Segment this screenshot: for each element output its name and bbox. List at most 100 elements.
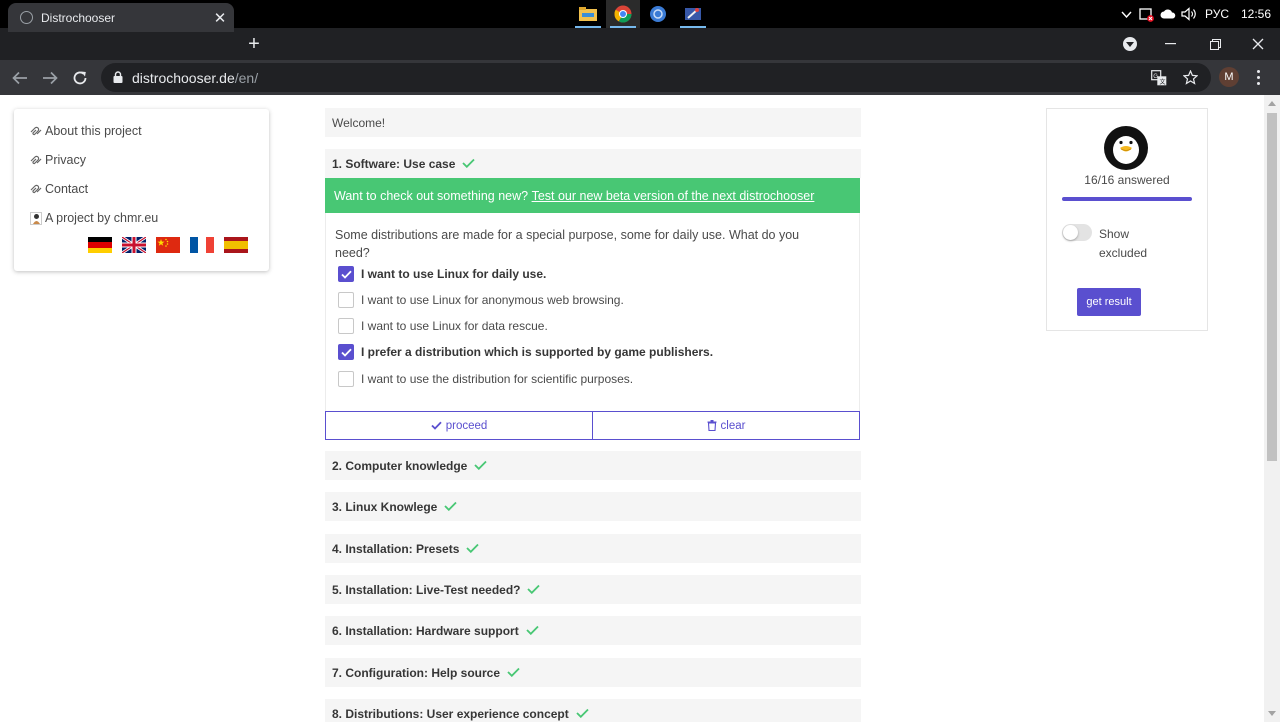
option-anonymous-browsing[interactable]: I want to use Linux for anonymous web br… <box>338 292 624 308</box>
proceed-button[interactable]: proceed <box>325 411 593 440</box>
check-icon <box>466 542 480 556</box>
trash-icon <box>707 420 717 431</box>
scroll-down-arrow-icon[interactable] <box>1268 711 1276 716</box>
author-avatar-icon <box>30 211 42 225</box>
welcome-step[interactable]: Welcome! <box>325 108 861 137</box>
flag-france-icon[interactable] <box>190 237 214 253</box>
tab-search-button[interactable] <box>1108 28 1152 60</box>
browser-tab[interactable]: Distrochooser ✕ <box>8 3 234 32</box>
get-result-button[interactable]: get result <box>1077 288 1141 316</box>
question-panel: Some distributions are made for a specia… <box>325 213 860 411</box>
link-icon <box>30 184 42 194</box>
checkbox-unchecked[interactable] <box>338 318 354 334</box>
link-icon <box>30 155 42 165</box>
beta-banner: Want to check out something new? Test ou… <box>325 178 860 213</box>
clear-button[interactable]: clear <box>593 411 860 440</box>
answered-count: 16/16 answered <box>1084 173 1170 187</box>
contact-link[interactable]: Contact <box>30 182 88 196</box>
result-card: 16/16 answered Show excluded get result <box>1046 108 1208 331</box>
back-button[interactable] <box>6 64 34 92</box>
check-icon <box>474 459 488 473</box>
check-icon <box>527 583 541 597</box>
profile-avatar[interactable]: M <box>1219 67 1239 87</box>
close-window-button[interactable] <box>1236 28 1280 60</box>
clock[interactable]: 12:56 <box>1238 7 1274 21</box>
flag-china-icon[interactable] <box>156 237 180 253</box>
checkbox-checked[interactable] <box>338 344 354 360</box>
check-icon <box>444 500 458 514</box>
network-icon[interactable] <box>1134 7 1158 22</box>
beta-text: Want to check out something new? <box>334 188 529 203</box>
lock-icon[interactable] <box>113 70 123 86</box>
option-daily-use[interactable]: I want to use Linux for daily use. <box>338 266 546 282</box>
tux-penguin-icon <box>1103 125 1149 171</box>
address-bar[interactable]: distrochooser.de/en/ G文 <box>101 63 1211 92</box>
option-game-publishers[interactable]: I prefer a distribution which is support… <box>338 344 713 360</box>
step-software-use-case[interactable]: 1. Software: Use case <box>325 149 861 178</box>
file-explorer-icon[interactable] <box>571 0 605 28</box>
restore-button[interactable] <box>1193 28 1237 60</box>
check-icon <box>526 624 539 638</box>
chrome-icon[interactable] <box>606 0 640 28</box>
about-link-label: About this project <box>45 124 142 138</box>
menu-icon[interactable] <box>1252 65 1264 89</box>
proceed-label: proceed <box>445 419 488 432</box>
contact-link-label: Contact <box>45 182 89 196</box>
bookmark-star-icon[interactable] <box>1183 63 1198 92</box>
scroll-up-arrow-icon[interactable] <box>1268 101 1276 106</box>
clear-label: clear <box>720 419 746 432</box>
step-user-experience[interactable]: 8. Distributions: User experience concep… <box>325 699 861 722</box>
app-tool-icon[interactable] <box>676 0 710 28</box>
step-help-source[interactable]: 7. Configuration: Help source <box>325 658 861 687</box>
step-computer-knowledge[interactable]: 2. Computer knowledge <box>325 451 861 480</box>
beta-link[interactable]: Test our new beta version of the next di… <box>532 189 815 203</box>
show-excluded-label: Show excluded <box>1099 227 1148 260</box>
show-excluded-toggle[interactable] <box>1062 224 1092 241</box>
close-tab-icon[interactable]: ✕ <box>206 9 234 27</box>
checkbox-checked[interactable] <box>338 266 354 282</box>
minimize-button[interactable] <box>1148 28 1192 60</box>
about-link[interactable]: About this project <box>30 124 142 138</box>
step-installation-presets[interactable]: 4. Installation: Presets <box>325 534 861 563</box>
answer-actions: proceed clear <box>325 411 860 440</box>
flag-united-kingdom-icon[interactable] <box>122 237 146 253</box>
scroll-thumb[interactable] <box>1267 113 1277 461</box>
option-data-rescue[interactable]: I want to use Linux for data rescue. <box>338 318 548 334</box>
browser-tab-strip <box>0 28 1280 60</box>
flag-germany-icon[interactable] <box>88 237 112 253</box>
toggle-knob <box>1063 225 1078 240</box>
svg-text:G: G <box>1153 73 1158 79</box>
app-circle-icon[interactable] <box>641 0 675 28</box>
option-label: I want to use Linux for data rescue. <box>361 319 548 333</box>
system-tray: РУС 12:56 <box>1118 0 1274 28</box>
translate-icon[interactable]: G文 <box>1151 63 1167 92</box>
page-content: About this project Privacy Contact A pro… <box>0 95 1264 722</box>
step-linux-knowledge[interactable]: 3. Linux Knowlege <box>325 492 861 521</box>
progress-bar <box>1062 197 1192 201</box>
checkbox-unchecked[interactable] <box>338 371 354 387</box>
option-label: I want to use Linux for daily use. <box>361 267 547 281</box>
chevron-up-icon[interactable] <box>1118 11 1134 18</box>
option-label: I want to use Linux for anonymous web br… <box>361 293 624 307</box>
reload-button[interactable] <box>66 64 94 92</box>
new-tab-button[interactable]: + <box>244 30 264 58</box>
step-title: 1. Software: Use case <box>332 156 456 171</box>
step-hardware-support[interactable]: 6. Installation: Hardware support <box>325 616 861 645</box>
page-scrollbar[interactable] <box>1264 95 1280 722</box>
checkbox-unchecked[interactable] <box>338 292 354 308</box>
check-icon <box>431 421 442 430</box>
flag-spain-icon[interactable] <box>224 237 248 253</box>
onedrive-cloud-icon[interactable] <box>1158 9 1178 19</box>
step-live-test[interactable]: 5. Installation: Live-Test needed? <box>325 575 861 604</box>
chmr-link[interactable]: A project by chmr.eu <box>30 211 158 225</box>
check-icon <box>462 157 476 171</box>
step-title: 6. Installation: Hardware support <box>332 623 519 638</box>
privacy-link-label: Privacy <box>45 153 86 167</box>
step-title: 3. Linux Knowlege <box>332 499 438 514</box>
privacy-link[interactable]: Privacy <box>30 153 86 167</box>
check-icon <box>507 666 520 680</box>
volume-icon[interactable] <box>1178 7 1200 21</box>
language-indicator[interactable]: РУС <box>1200 7 1234 21</box>
option-scientific[interactable]: I want to use the distribution for scien… <box>338 371 633 387</box>
forward-button[interactable] <box>36 64 64 92</box>
